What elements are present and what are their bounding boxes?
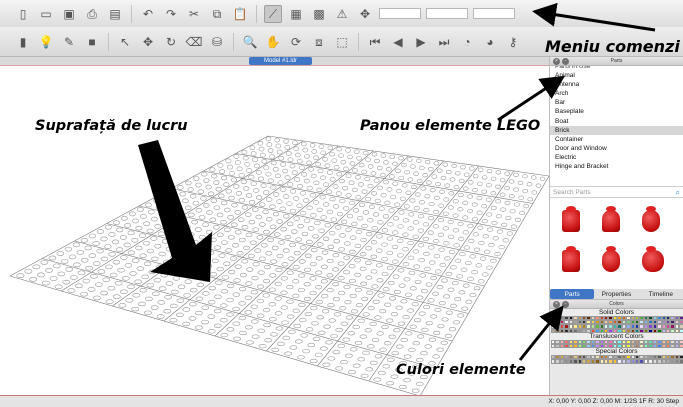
parts-preview-grid[interactable]	[550, 198, 683, 289]
leocad-window: ▯ ▭ ▣ ⎙ ▤ ↶ ↷ ✂ ⧉ 📋 ⟋ ▦ ▩ ⚠ ✥ ▮ 💡 ✎ ■ ↖ ✥ ↻ ⌫ ⛁ 🔍 ✋ ⟳ ⧈ ⬚ ⏮ ◀ ▶ ⏭ ◔ ◕ ⚷ Mo…	[0, 0, 683, 407]
toolbar-separator	[358, 32, 359, 51]
remove-step-icon[interactable]: ◕	[481, 33, 499, 51]
tab-parts[interactable]: Parts	[550, 289, 595, 299]
parts-category-item[interactable]: Electric	[550, 153, 683, 162]
redo-icon[interactable]: ↷	[162, 5, 180, 23]
eraser-icon[interactable]: ⌫	[185, 33, 203, 51]
rotate-icon[interactable]: ↻	[162, 33, 180, 51]
close-icon[interactable]: ×	[553, 58, 560, 65]
menu-annotation: Meniu comenzi	[545, 37, 680, 56]
parts-category-item[interactable]: Arch	[550, 89, 683, 98]
colors-panel-titlebar: × ◦ Colors	[550, 300, 683, 309]
search-icon[interactable]: ⌕	[676, 187, 680, 198]
zoom-icon[interactable]: 🔍	[241, 33, 259, 51]
close-icon[interactable]: ×	[553, 301, 560, 308]
camera-icon[interactable]: ■	[83, 33, 101, 51]
toolbar-separator	[256, 4, 257, 23]
zoom-region-icon[interactable]: ⧈	[310, 33, 328, 51]
tab-properties[interactable]: Properties	[594, 289, 638, 299]
pan-hand-icon[interactable]: ✋	[264, 33, 282, 51]
tab-timeline[interactable]: Timeline	[639, 289, 683, 299]
next-step-icon[interactable]: ▶	[412, 33, 430, 51]
workspace-canvas[interactable]	[0, 65, 549, 396]
parts-category-item[interactable]: Animal	[550, 71, 683, 80]
add-step-icon[interactable]: ◔	[458, 33, 476, 51]
part-thumbnail[interactable]	[642, 246, 664, 272]
part-thumbnail[interactable]	[562, 206, 580, 232]
colors-annotation: Culori elemente	[396, 362, 526, 378]
float-icon[interactable]: ◦	[562, 58, 569, 65]
parts-category-item[interactable]: Antenna	[550, 80, 683, 89]
baseplate-grid[interactable]	[0, 66, 549, 396]
move-icon[interactable]: ✥	[139, 33, 157, 51]
parts-category-item[interactable]: Door and Window	[550, 144, 683, 153]
toolbar-separator	[131, 4, 132, 23]
undo-icon[interactable]: ↶	[139, 5, 157, 23]
special-colors-grid[interactable]	[551, 355, 683, 364]
side-panel: × ◦ Parts Parts in Use Animal Antenna Arch B…	[549, 57, 683, 395]
parts-category-item[interactable]: Brick	[550, 125, 683, 135]
translucent-colors-grid[interactable]	[551, 339, 683, 349]
color-swatch[interactable]	[679, 359, 683, 364]
parts-panel-titlebar: × ◦ Parts	[550, 57, 683, 66]
toolbar-separator	[233, 32, 234, 51]
part-thumbnail[interactable]	[602, 206, 620, 232]
special-colors-label: Special Colors	[595, 348, 638, 356]
print-icon[interactable]: ⎙	[83, 5, 101, 23]
toolbar-separator	[108, 32, 109, 51]
color-swatch[interactable]	[679, 343, 683, 349]
zoom-extents-icon[interactable]: ⬚	[333, 33, 351, 51]
open-folder-icon[interactable]: ▭	[37, 5, 55, 23]
light-icon[interactable]: 💡	[37, 33, 55, 51]
tab-model[interactable]: Model #1.ldr	[249, 57, 312, 65]
first-step-icon[interactable]: ⏮	[366, 33, 384, 51]
panel-tabs: Parts Properties Timeline	[550, 289, 683, 300]
key-icon[interactable]: ⚷	[504, 33, 522, 51]
parts-category-list[interactable]: Parts in Use Animal Antenna Arch Bar Baseplat…	[550, 66, 683, 186]
last-step-icon[interactable]: ⏭	[435, 33, 453, 51]
new-part-icon[interactable]: ▮	[14, 33, 32, 51]
cut-icon[interactable]: ✂	[185, 5, 203, 23]
solid-colors-label: Solid Colors	[598, 309, 635, 316]
colors-panel-title: Colors	[609, 301, 624, 307]
colors-palette[interactable]: Solid Colors Translucent Colors Special …	[550, 309, 683, 364]
workspace-annotation: Suprafață de lucru	[35, 118, 188, 134]
parts-category-item[interactable]: Container	[550, 135, 683, 144]
paint-icon[interactable]: ✎	[60, 33, 78, 51]
translucent-colors-label: Translucent Colors	[589, 332, 644, 340]
paste-icon[interactable]: 📋	[231, 5, 249, 23]
parts-category-item[interactable]: Bar	[550, 98, 683, 107]
parts-category-item[interactable]: Hinge and Bracket	[550, 162, 683, 171]
new-file-icon[interactable]: ▯	[14, 5, 32, 23]
axis-icon[interactable]: ⚠	[333, 5, 351, 23]
color-swatch[interactable]	[679, 328, 683, 333]
copy-icon[interactable]: ⧉	[208, 5, 226, 23]
parts-panel-annotation: Panou elemente LEGO	[360, 118, 541, 134]
color-fill-icon[interactable]: ⛁	[208, 33, 226, 51]
standard-toolbar: ▯ ▭ ▣ ⎙ ▤ ↶ ↷ ✂ ⧉ 📋 ⟋ ▦ ▩ ⚠ ✥	[0, 0, 683, 27]
search-placeholder: Search Parts	[553, 189, 591, 196]
toolbar-field-3[interactable]	[473, 8, 515, 19]
toolbar-field-2[interactable]	[426, 8, 468, 19]
save-icon[interactable]: ▣	[60, 5, 78, 23]
parts-category-item[interactable]: Boat	[550, 117, 683, 126]
status-bar: X: 0,00 Y: 0,00 Z: 0,00 M: 1/2S 1F R: 30…	[0, 395, 683, 407]
solid-colors-grid[interactable]	[551, 316, 683, 333]
print-preview-icon[interactable]: ▤	[106, 5, 124, 23]
rotate-view-icon[interactable]: ⟳	[287, 33, 305, 51]
parts-panel-title: Parts	[610, 58, 623, 64]
part-thumbnail[interactable]	[602, 246, 620, 272]
previous-step-icon[interactable]: ◀	[389, 33, 407, 51]
part-thumbnail[interactable]	[562, 246, 580, 272]
transform-icon[interactable]: ✥	[356, 5, 374, 23]
select-tool-icon[interactable]: ⟋	[264, 4, 282, 23]
snap-grid-icon[interactable]: ▦	[287, 5, 305, 23]
float-icon[interactable]: ◦	[562, 301, 569, 308]
quick-select-icon[interactable]: ▩	[310, 5, 328, 23]
part-thumbnail[interactable]	[642, 206, 660, 232]
parts-category-item[interactable]: Baseplate	[550, 107, 683, 116]
search-parts-input[interactable]: Search Parts ⌕	[550, 186, 683, 198]
cursor-icon[interactable]: ↖	[116, 33, 134, 51]
toolbar-field-1[interactable]	[379, 8, 421, 19]
